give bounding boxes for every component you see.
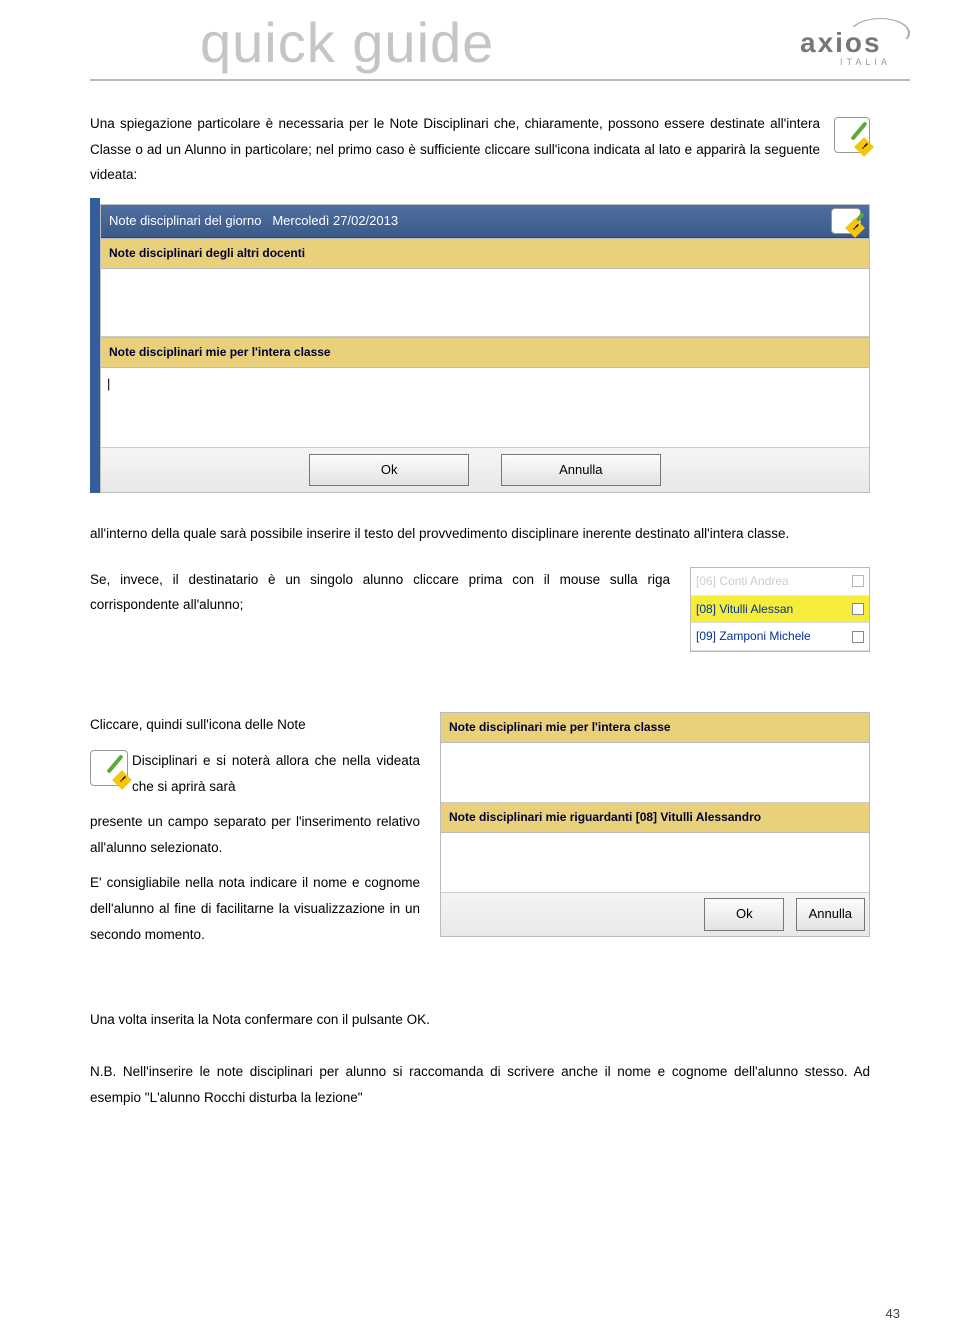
dialog-notes-student: Note disciplinari mie per l'intera class… xyxy=(440,712,870,936)
dialog-title-bar: Note disciplinari del giorno Mercoledì 2… xyxy=(101,205,869,238)
note-icon xyxy=(831,208,861,234)
dialog-button-row: Ok Annulla xyxy=(101,448,869,493)
block3-line4: E' consigliabile nella nota indicare il … xyxy=(90,870,420,947)
notes-class-textarea[interactable] xyxy=(441,743,869,803)
axios-logo: axios ITALIA xyxy=(780,13,910,73)
notes-student-textarea[interactable] xyxy=(441,833,869,893)
section-other-teachers: Note disciplinari degli altri docenti xyxy=(101,238,869,269)
section-my-class-notes: Note disciplinari mie per l'intera class… xyxy=(101,337,869,368)
dialog-button-row: Ok Annulla xyxy=(441,893,869,936)
intro-paragraph: Una spiegazione particolare è necessaria… xyxy=(90,111,870,188)
block3-line1: Cliccare, quindi sull'icona delle Note xyxy=(90,712,420,738)
list-item[interactable]: [06] Conti Andrea xyxy=(691,568,869,596)
section-my-class-notes: Note disciplinari mie per l'intera class… xyxy=(441,713,869,743)
dialog-notes-class: Note disciplinari del giorno Mercoledì 2… xyxy=(90,198,870,493)
dialog-title-date: Mercoledì 27/02/2013 xyxy=(272,213,398,228)
student-list: [06] Conti Andrea [08] Vitulli Alessan [… xyxy=(690,567,870,652)
ok-button[interactable]: Ok xyxy=(704,898,784,931)
list-item[interactable]: [08] Vitulli Alessan xyxy=(691,596,869,624)
block3-line3: presente un campo separato per l'inserim… xyxy=(90,809,420,860)
note-icon xyxy=(834,117,870,153)
footer-paragraph-1: Una volta inserita la Nota confermare co… xyxy=(90,1007,870,1033)
footer-paragraph-2: N.B. Nell'inserire le note disciplinari … xyxy=(90,1059,870,1110)
document-body: Una spiegazione particolare è necessaria… xyxy=(0,81,960,1110)
mid-paragraph-2: Se, invece, il destinatario è un singolo… xyxy=(90,567,670,618)
checkbox-icon[interactable] xyxy=(852,631,864,643)
notes-my-class-textarea[interactable]: | xyxy=(101,368,869,448)
block3-line2: Disciplinari e si noterà allora che nell… xyxy=(90,748,420,799)
cancel-button[interactable]: Annulla xyxy=(796,898,865,931)
guide-logo: quick guide xyxy=(200,10,494,75)
checkbox-icon[interactable] xyxy=(852,575,864,587)
cancel-button[interactable]: Annulla xyxy=(501,454,661,487)
list-item[interactable]: [09] Zamponi Michele xyxy=(691,623,869,651)
dialog-title-prefix: Note disciplinari del giorno xyxy=(109,213,261,228)
mid-paragraph-1: all'interno della quale sarà possibile i… xyxy=(90,521,870,547)
page-number: 43 xyxy=(886,1306,900,1321)
page-header: quick guide axios ITALIA xyxy=(0,0,960,75)
note-icon xyxy=(90,750,128,786)
notes-other-teachers-area xyxy=(101,269,869,337)
section-my-student-notes: Note disciplinari mie riguardanti [08] V… xyxy=(441,803,869,833)
checkbox-icon[interactable] xyxy=(852,603,864,615)
ok-button[interactable]: Ok xyxy=(309,454,469,487)
